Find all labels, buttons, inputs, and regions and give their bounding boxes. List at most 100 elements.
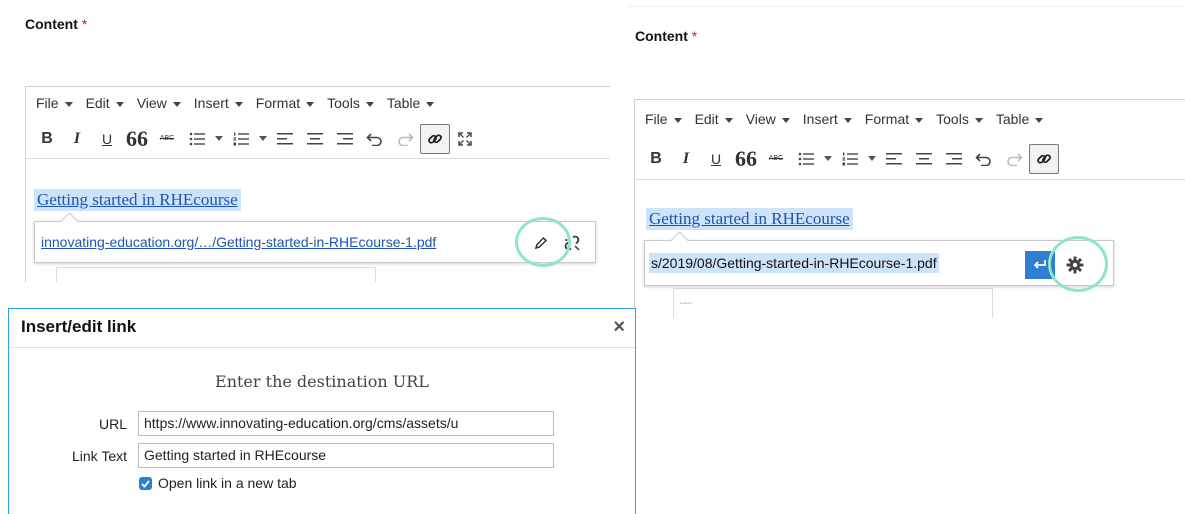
align-left-button[interactable]: [270, 124, 300, 154]
align-center-icon: [916, 152, 932, 164]
align-right-button[interactable]: [330, 124, 360, 154]
italic-button[interactable]: I: [671, 144, 701, 174]
link-button[interactable]: [1029, 143, 1059, 174]
caret-down-icon: [259, 136, 267, 141]
underline-button[interactable]: U: [701, 144, 731, 174]
caret-down-icon: [868, 156, 876, 161]
undo-button[interactable]: [360, 124, 390, 154]
underline-button[interactable]: U: [92, 124, 122, 154]
numbered-list-dropdown[interactable]: [256, 124, 270, 154]
caret-down-icon: [215, 136, 223, 141]
editor-menubar: File Edit View Insert Format Tools Table: [635, 102, 1185, 136]
menu-file[interactable]: File: [645, 111, 682, 127]
align-right-icon: [337, 132, 353, 144]
align-left-icon: [277, 132, 293, 144]
menu-tools[interactable]: Tools: [327, 95, 374, 111]
editor-content-area: Content *: [673, 288, 993, 318]
menu-view[interactable]: View: [746, 111, 790, 127]
link-url-input[interactable]: s/2019/08/Getting-started-in-RHEcourse-1…: [649, 253, 939, 273]
menu-file[interactable]: File: [36, 95, 73, 111]
caret-down-icon: [781, 117, 790, 123]
menu-format[interactable]: Format: [865, 111, 924, 127]
left-editor-panel: Content * File Edit View Insert Format T…: [0, 0, 610, 282]
menu-table-label: Table: [995, 111, 1030, 127]
link-edit-popup: s/2019/08/Getting-started-in-RHEcourse-1…: [644, 236, 1114, 292]
content-label-text: Content: [25, 16, 78, 32]
caret-down-icon: [843, 117, 852, 123]
required-mark: *: [81, 16, 88, 32]
menu-edit[interactable]: Edit: [86, 95, 124, 111]
bold-button[interactable]: B: [32, 124, 62, 154]
editor-menubar: File Edit View Insert Format Tools Table: [26, 87, 610, 119]
caret-down-icon: [1035, 117, 1044, 123]
align-center-icon: [307, 132, 323, 144]
url-field[interactable]: https://www.innovating-education.org/cms…: [138, 411, 554, 436]
new-tab-label[interactable]: Open link in a new tab: [158, 475, 297, 491]
selected-link-text[interactable]: Getting started in RHEcourse: [646, 208, 853, 230]
strikethrough-button[interactable]: ABC: [152, 124, 182, 154]
italic-button[interactable]: I: [62, 124, 92, 154]
numbered-list-button[interactable]: [835, 144, 865, 174]
bullet-list-dropdown[interactable]: [821, 144, 835, 174]
bullet-list-button[interactable]: [182, 124, 212, 154]
required-mark: *: [691, 28, 698, 44]
bullet-list-button[interactable]: [791, 144, 821, 174]
menu-table[interactable]: Table: [995, 111, 1044, 127]
undo-button[interactable]: [969, 144, 999, 174]
rich-text-editor: File Edit View Insert Format Tools Table…: [25, 86, 610, 282]
menu-insert-label: Insert: [802, 111, 838, 127]
new-tab-checkbox[interactable]: [139, 477, 152, 490]
link-preview-url[interactable]: innovating-education.org/…/Getting-start…: [41, 234, 436, 250]
redo-button[interactable]: [390, 124, 420, 154]
menu-insert[interactable]: Insert: [194, 95, 243, 111]
blockquote-button[interactable]: 66: [122, 124, 152, 154]
insert-edit-link-dialog: Insert/edit link × Enter the destination…: [8, 308, 636, 514]
blockquote-button[interactable]: 66: [731, 144, 761, 174]
bullet-list-dropdown[interactable]: [212, 124, 226, 154]
menu-table[interactable]: Table: [386, 95, 435, 111]
align-right-icon: [946, 152, 962, 164]
editor-content-area: [56, 267, 376, 282]
undo-icon: [975, 152, 991, 166]
bold-button[interactable]: B: [641, 144, 671, 174]
caret-down-icon: [115, 101, 124, 107]
thumbnail-content-label: Content *: [680, 301, 693, 305]
menu-edit-label: Edit: [85, 95, 110, 111]
dialog-divider: [9, 347, 635, 348]
align-center-button[interactable]: [909, 144, 939, 174]
bullet-list-icon: [798, 152, 814, 165]
caret-down-icon: [673, 117, 682, 123]
menu-format[interactable]: Format: [256, 95, 315, 111]
menu-tools[interactable]: Tools: [936, 111, 983, 127]
fullscreen-button[interactable]: [450, 124, 480, 154]
caret-down-icon: [974, 117, 983, 123]
menu-insert-label: Insert: [193, 95, 229, 111]
menu-view-label: View: [745, 111, 776, 127]
numbered-list-button[interactable]: [226, 124, 256, 154]
align-right-button[interactable]: [939, 144, 969, 174]
link-text-field[interactable]: Getting started in RHEcourse: [138, 443, 554, 468]
caret-down-icon: [365, 101, 374, 107]
dialog-title: Insert/edit link: [21, 317, 137, 336]
align-left-button[interactable]: [879, 144, 909, 174]
strikethrough-button[interactable]: ABC: [761, 144, 791, 174]
content-field-label: Content *: [635, 28, 697, 44]
menu-edit[interactable]: Edit: [695, 111, 733, 127]
menu-view-label: View: [136, 95, 167, 111]
link-button[interactable]: [420, 123, 450, 154]
menu-edit-label: Edit: [694, 111, 719, 127]
close-icon[interactable]: ×: [613, 316, 625, 339]
menu-view[interactable]: View: [137, 95, 181, 111]
align-center-button[interactable]: [300, 124, 330, 154]
selected-link-text[interactable]: Getting started in RHEcourse: [34, 189, 241, 211]
caret-down-icon: [724, 117, 733, 123]
caret-down-icon: [172, 101, 181, 107]
caret-down-icon: [915, 117, 924, 123]
menu-table-label: Table: [386, 95, 421, 111]
highlight-circle: [515, 217, 571, 267]
content-label-text: Content: [635, 28, 688, 44]
numbered-list-dropdown[interactable]: [865, 144, 879, 174]
redo-button[interactable]: [999, 144, 1029, 174]
menu-insert[interactable]: Insert: [803, 111, 852, 127]
rich-text-editor: File Edit View Insert Format Tools Table…: [634, 99, 1185, 318]
